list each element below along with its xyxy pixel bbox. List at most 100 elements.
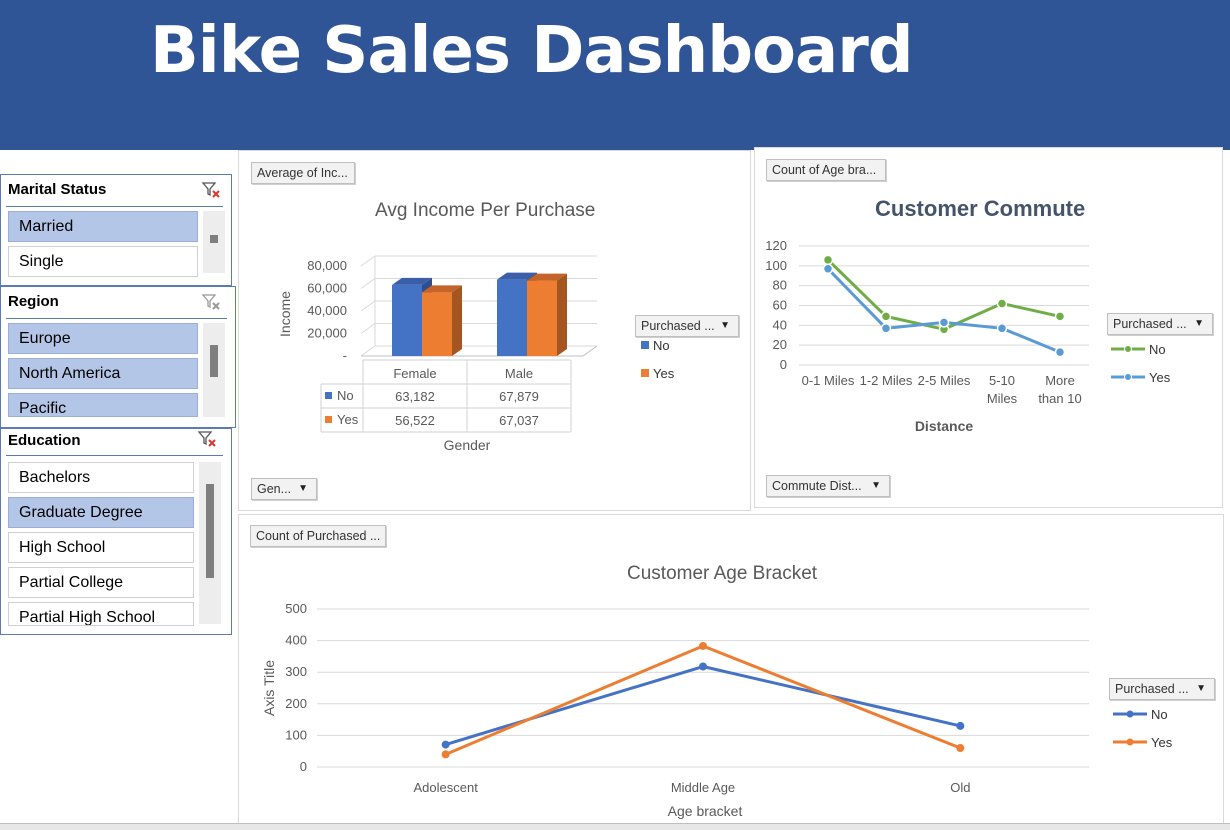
legend-key [325,392,332,399]
slicer-region: Region Europe North America Pacific [0,286,236,428]
y-tick-label: 60 [773,298,787,313]
legend-label: Yes [1151,735,1173,750]
y-tick-label: 40,000 [307,303,347,318]
x-tick-label: 1-2 Miles [860,373,913,388]
slicer-item-label: Single [19,253,64,270]
age-chart: 0 100 200 300 400 500 Adolescent Middle Age Old N… [261,601,1173,819]
data-label: 56,522 [395,413,435,428]
legend-label: Yes [1149,370,1171,385]
bar-side [557,273,567,356]
data-point [880,323,892,334]
slicer-scrollbar[interactable] [203,211,225,273]
table-column-header: Female [393,366,436,381]
y-tick-label: 300 [285,664,307,679]
data-point [441,750,450,759]
table-row-header: No [337,388,354,403]
scroll-thumb[interactable] [210,235,218,243]
data-label: 63,182 [395,389,435,404]
legend-marker [1124,373,1132,381]
slicer-title: Marital Status [8,181,107,198]
y-tick-label: 80 [773,278,787,293]
x-axis-label: Age bracket [668,803,743,819]
panel-customer-age: Count of Purchased ... Customer Age Brac… [238,514,1224,826]
panel-customer-commute: Count of Age bra... Customer Commute Pur… [754,147,1223,508]
bar [497,279,527,356]
series-line [826,267,1061,354]
slicer-divider [6,455,223,456]
slicer-item-married[interactable]: Married [8,211,198,242]
slicer-title: Education [8,432,81,449]
y-tick-label: 500 [285,601,307,616]
gridline-depth [360,345,376,357]
y-tick-label: 0 [300,759,307,774]
scroll-thumb[interactable] [206,484,214,578]
sheet-tab-strip[interactable] [0,823,1230,830]
slicer-item-pacific[interactable]: Pacific [8,393,198,417]
table-row-header: Yes [337,412,359,427]
legend-marker [1126,710,1134,718]
slicer-item-label: Bachelors [19,469,91,486]
slicer-divider [6,206,223,207]
clear-filter-icon[interactable] [197,429,217,449]
x-tick-label: 2-5 Miles [918,373,971,388]
legend-label: No [1149,342,1166,357]
legend-marker [1124,345,1132,353]
gridline-depth [360,323,376,334]
data-point [1054,311,1066,322]
data-point [699,641,707,650]
data-point [822,254,834,266]
slicer-item-bachelors[interactable]: Bachelors [8,462,194,493]
slicer-scrollbar[interactable] [199,462,221,624]
data-point [956,744,965,753]
table-column-header: Male [505,366,533,381]
slicer-item-high-school[interactable]: High School [8,532,194,563]
slicer-item-label: High School [19,539,106,556]
y-tick-label: 200 [285,696,307,711]
legend-key [641,341,649,349]
y-tick-label: 60,000 [307,281,347,296]
x-tick-label: Adolescent [414,780,479,795]
x-axis-label: Distance [915,418,974,434]
slicer-item-europe[interactable]: Europe [8,323,198,354]
series-line [445,644,961,756]
slicer-item-graduate-degree[interactable]: Graduate Degree [8,497,194,528]
slicer-item-label: Partial College [19,574,124,591]
slicer-education: Education Bachelors Graduate Degree High… [0,428,232,635]
data-point [956,721,965,730]
dashboard-title: Bike Sales Dashboard [150,14,914,88]
bar [422,292,452,356]
slicer-marital-status: Marital Status Married Single [0,174,232,286]
slicer-item-single[interactable]: Single [8,246,198,277]
series-line [445,665,961,746]
data-point [938,317,950,328]
slicer-item-label: Graduate Degree [19,504,143,521]
gridline-depth [360,278,376,289]
legend-label: No [1151,707,1168,722]
y-tick-label: 100 [765,258,787,273]
scroll-thumb[interactable] [210,345,218,377]
y-tick-label: 400 [285,633,307,648]
slicer-scrollbar[interactable] [203,323,225,417]
clear-filter-icon[interactable] [201,292,221,312]
bar-side [452,285,462,356]
x-tick-label: Middle Age [671,780,735,795]
x-tick-label: Miles [987,391,1018,406]
y-tick-label: 20 [773,337,787,352]
slicer-item-partial-college[interactable]: Partial College [8,567,194,598]
commute-chart: 0 20 40 60 80 100 120 0-1 Miles 1-2 Miles 2-5 Mil… [765,238,1171,434]
clear-filter-icon[interactable] [201,180,221,200]
slicer-title: Region [8,293,59,310]
slicer-item-partial-high-school[interactable]: Partial High School [8,602,194,626]
data-point [1054,346,1066,358]
data-point [996,298,1008,309]
y-tick-label: 120 [765,238,787,253]
y-tick-label: - [343,348,347,363]
x-tick-label: than 10 [1038,391,1081,406]
slicer-divider [6,318,227,319]
dashboard-banner: Bike Sales Dashboard [0,0,1230,150]
bar [527,280,557,356]
slicer-item-north-america[interactable]: North America [8,358,198,389]
y-axis-label: Income [277,291,293,337]
y-tick-label: 40 [773,317,787,332]
legend-marker [1126,738,1134,746]
